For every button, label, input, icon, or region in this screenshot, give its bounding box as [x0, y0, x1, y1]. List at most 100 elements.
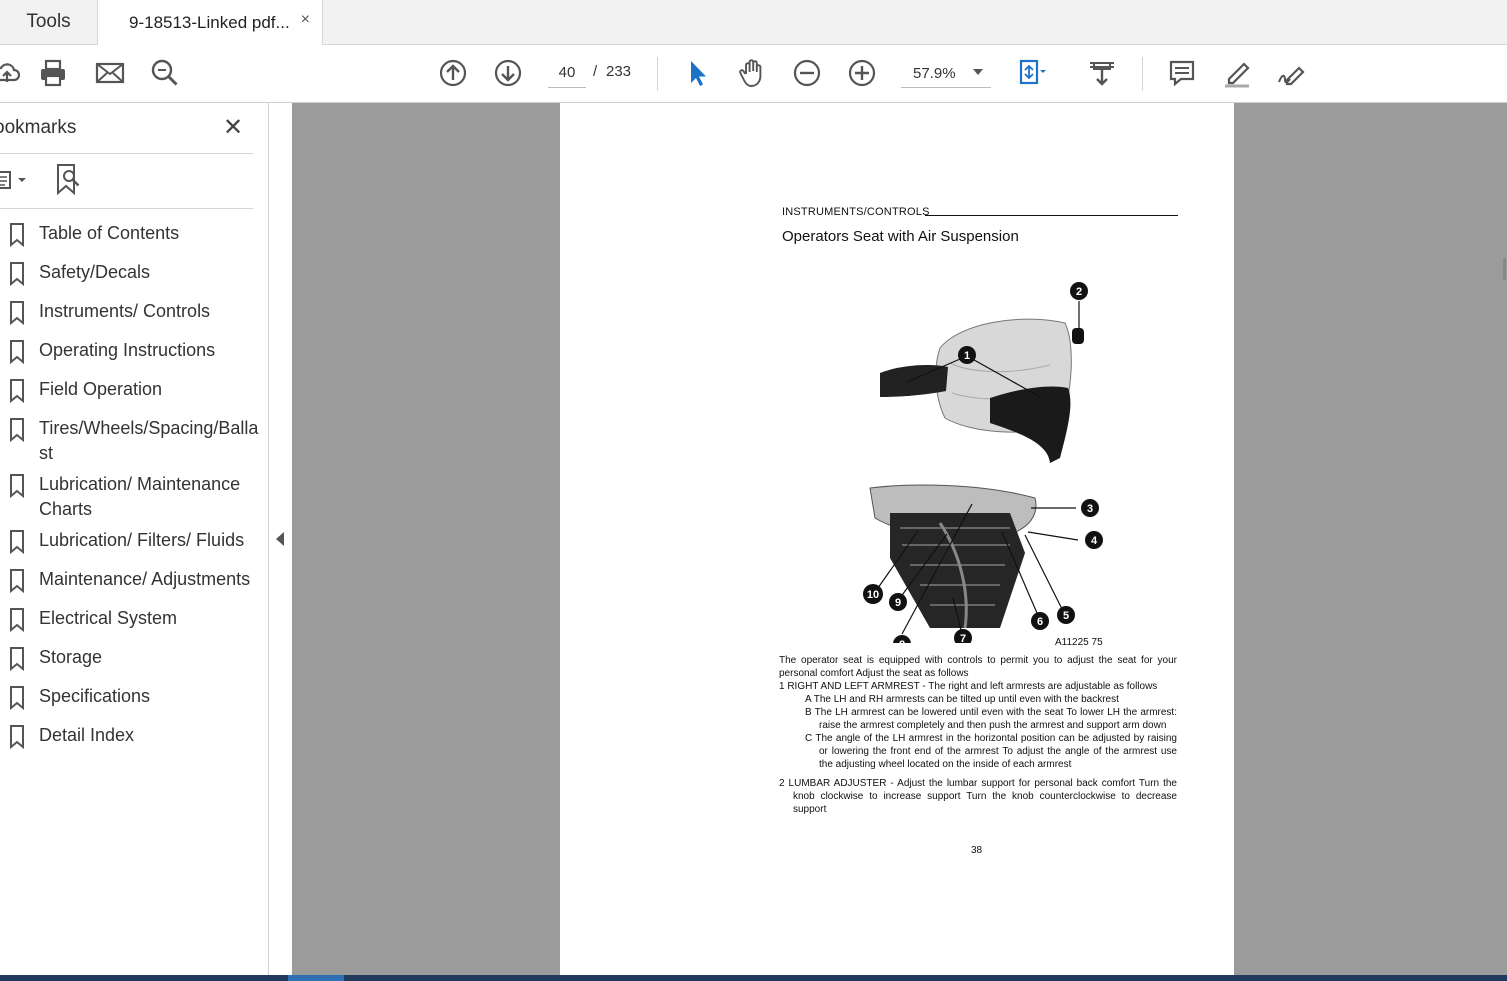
page-down-icon[interactable] — [491, 56, 525, 90]
bookmark-item[interactable]: Field Operation — [0, 376, 268, 415]
tab-close-icon[interactable]: × — [301, 11, 310, 29]
bookmark-label: Maintenance/ Adjustments — [39, 569, 251, 589]
options-menu-icon — [0, 171, 26, 189]
bookmark-icon — [10, 223, 24, 247]
bookmark-label: Storage — [39, 647, 103, 667]
item-armrest: 1 RIGHT AND LEFT ARMREST - The right and… — [779, 681, 1158, 692]
bookmark-icon — [10, 530, 24, 554]
tab-tools-label: Tools — [26, 11, 71, 32]
tab-bar: Tools 9-18513-Linked pdf... × — [0, 0, 1507, 45]
zoom-dropdown[interactable]: 57.9% — [901, 59, 991, 88]
bookmark-icon — [10, 301, 24, 325]
page-up-icon[interactable] — [436, 56, 470, 90]
body-text: The operator seat is equipped with contr… — [779, 654, 1177, 816]
bookmark-add-icon — [57, 164, 80, 196]
svg-text:8: 8 — [899, 639, 905, 643]
bookmark-label: Safety/Decals — [39, 262, 151, 282]
bookmark-icon — [10, 569, 24, 593]
seat-illustration: 1 2 3 4 5 6 7 8 9 10 — [863, 282, 1103, 643]
bookmark-list: Table of Contents Safety/Decals Instrume… — [0, 220, 268, 761]
tab-document[interactable]: 9-18513-Linked pdf... × — [98, 0, 323, 45]
svg-text:2: 2 — [1076, 286, 1082, 298]
collapse-panel-icon[interactable] — [276, 532, 284, 546]
bookmark-item[interactable]: Electrical System — [0, 605, 268, 644]
page-number-input[interactable]: 40 — [548, 59, 586, 88]
cloud-upload-icon[interactable] — [0, 56, 24, 90]
bookmark-icon — [10, 474, 24, 498]
bookmark-item[interactable]: Lubrication/ Filters/ Fluids — [0, 527, 268, 566]
bookmark-label: Lubrication/ Filters/ Fluids — [39, 530, 245, 550]
comment-icon[interactable] — [1165, 56, 1199, 90]
bookmark-item[interactable]: Safety/Decals — [0, 259, 268, 298]
taskbar-strip — [0, 975, 1507, 981]
search-zoom-icon[interactable] — [148, 56, 182, 90]
toolbar: 40 / 233 57.9% — [0, 45, 1507, 103]
bookmark-icon — [10, 379, 24, 403]
hand-icon[interactable] — [735, 56, 769, 90]
tab-document-label: 9-18513-Linked pdf... — [129, 12, 290, 32]
bookmarks-panel: ookmarks ✕ Table of Contents Safety/Deca… — [0, 103, 269, 981]
bookmark-item[interactable]: Storage — [0, 644, 268, 683]
bookmark-item[interactable]: Operating Instructions — [0, 337, 268, 376]
figure-caption: A11225 75 — [1055, 637, 1103, 648]
svg-text:3: 3 — [1087, 503, 1093, 515]
bookmark-item[interactable]: Detail Index — [0, 722, 268, 761]
bookmark-label: Field Operation — [39, 379, 163, 399]
bookmark-options-button[interactable] — [0, 167, 32, 193]
bookmark-label: Detail Index — [39, 725, 135, 745]
panel-divider — [0, 153, 253, 154]
item-armrest-c: C The angle of the LH armrest in the hor… — [805, 733, 1177, 770]
page-total: 233 — [606, 63, 632, 80]
bookmark-item[interactable]: Lubrication/ Maintenance Charts — [0, 471, 268, 527]
zoom-in-icon[interactable] — [845, 56, 879, 90]
header-rule — [925, 215, 1178, 216]
intro-paragraph: The operator seat is equipped with contr… — [779, 655, 1177, 679]
bookmark-icon — [10, 686, 24, 710]
bookmark-item[interactable]: Tires/Wheels/Spacing/Ballast — [0, 415, 268, 471]
bookmark-item[interactable]: Instruments/ Controls — [0, 298, 268, 337]
sign-icon[interactable] — [1275, 56, 1309, 90]
tab-tools[interactable]: Tools — [0, 0, 98, 44]
bookmark-label: Electrical System — [39, 608, 178, 628]
bookmark-icon — [10, 647, 24, 671]
print-icon[interactable] — [36, 56, 70, 90]
page-separator: / — [593, 63, 598, 80]
bookmark-label: Instruments/ Controls — [39, 301, 211, 321]
zoom-value: 57.9% — [913, 65, 956, 82]
toolbar-divider — [657, 57, 658, 91]
fit-page-icon[interactable] — [1014, 56, 1048, 90]
bookmark-item[interactable]: Specifications — [0, 683, 268, 722]
bookmark-icon — [10, 262, 24, 286]
bookmark-item[interactable]: Table of Contents — [0, 220, 268, 259]
chevron-down-icon — [973, 69, 983, 75]
email-icon[interactable] — [93, 56, 127, 90]
svg-text:4: 4 — [1091, 535, 1098, 547]
bookmark-item[interactable]: Maintenance/ Adjustments — [0, 566, 268, 605]
zoom-out-icon[interactable] — [790, 56, 824, 90]
page-title: Operators Seat with Air Suspension — [782, 228, 1019, 245]
svg-text:6: 6 — [1037, 616, 1043, 628]
scrollbar-thumb[interactable] — [1503, 258, 1506, 280]
close-icon[interactable]: ✕ — [223, 113, 243, 142]
svg-text:7: 7 — [960, 633, 966, 643]
bookmark-icon — [10, 418, 24, 442]
svg-text:9: 9 — [895, 597, 901, 609]
bookmark-label: Table of Contents — [39, 223, 180, 243]
bookmark-icon — [10, 608, 24, 632]
scroll-mode-icon[interactable] — [1085, 56, 1119, 90]
select-arrow-icon[interactable] — [680, 56, 714, 90]
highlight-pen-icon[interactable] — [1220, 56, 1254, 90]
new-bookmark-button[interactable] — [54, 163, 84, 196]
item-armrest-a: A The LH and RH armrests can be tilted u… — [805, 694, 1119, 705]
bookmark-label: Lubrication/ Maintenance Charts — [39, 474, 241, 519]
toolbar-divider — [1142, 57, 1143, 91]
page-number: 38 — [971, 845, 983, 856]
svg-text:1: 1 — [964, 350, 970, 362]
section-header: INSTRUMENTS/CONTROLS — [782, 206, 930, 218]
svg-text:5: 5 — [1063, 610, 1069, 622]
panel-divider — [0, 208, 253, 209]
bookmark-label: Tires/Wheels/Spacing/Ballast — [39, 418, 259, 463]
document-viewport[interactable]: INSTRUMENTS/CONTROLS Operators Seat with… — [292, 103, 1507, 975]
bookmark-label: Specifications — [39, 686, 151, 706]
item-lumbar: 2 LUMBAR ADJUSTER - Adjust the lumbar su… — [779, 778, 1177, 815]
